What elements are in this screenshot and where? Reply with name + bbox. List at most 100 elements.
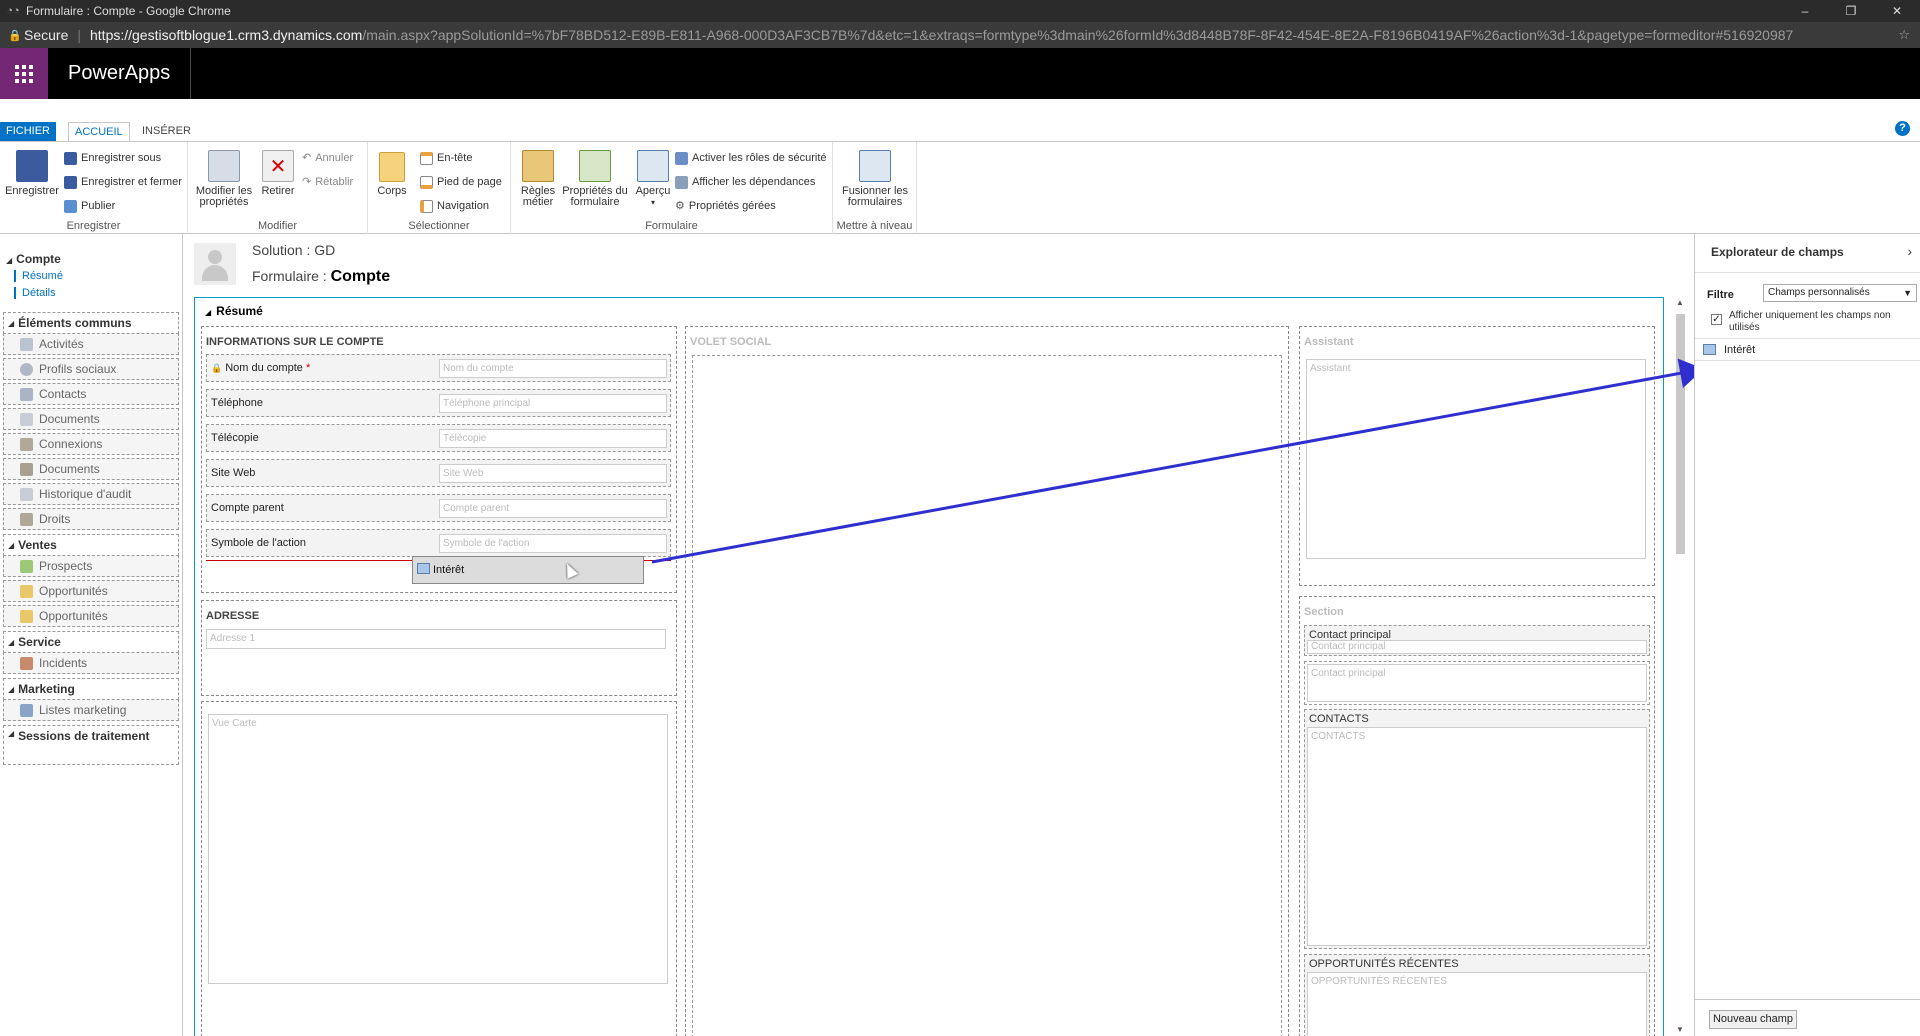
show-dependencies-button[interactable]: Afficher les dépendances <box>675 174 815 190</box>
nav-item-droits[interactable]: Droits <box>3 508 179 530</box>
body-button[interactable]: Corps <box>374 152 410 197</box>
header-button[interactable]: En-tête <box>420 150 472 166</box>
field-label: Télécopie <box>211 432 259 444</box>
undo-button[interactable]: ↶ Annuler <box>302 150 353 166</box>
tab-inserer[interactable]: INSÉRER <box>136 122 197 141</box>
section-volet-social[interactable]: VOLET SOCIAL <box>685 326 1289 1036</box>
section-adresse[interactable]: ADRESSE Adresse 1 <box>201 600 677 696</box>
section-assistant[interactable]: Assistant Assistant <box>1299 326 1655 586</box>
tab-resume-label: Résumé <box>216 304 263 318</box>
field-telecopie[interactable]: Télécopie Télécopie <box>206 424 671 452</box>
nav-item-opportunites-2[interactable]: Opportunités <box>3 605 179 627</box>
collapse-chevron-icon[interactable]: › <box>1907 243 1912 259</box>
restore-icon[interactable]: ❐ <box>1828 0 1874 22</box>
section-generic[interactable]: Section Contact principal Contact princi… <box>1299 596 1655 1036</box>
scroll-thumb[interactable] <box>1676 314 1685 554</box>
field-contact-principal[interactable]: Contact principal Contact principal <box>1304 625 1650 656</box>
preview-button[interactable]: Aperçu ▾ <box>631 150 675 208</box>
address-bar[interactable]: 🔒 Secure | https://gestisoftblogue1.crm3… <box>0 22 1920 48</box>
social-pane-placeholder[interactable] <box>692 355 1282 1036</box>
nav-item-historique-audit[interactable]: Historique d'audit <box>3 483 179 505</box>
field-label: Compte parent <box>211 502 284 514</box>
subgrid-contacts[interactable]: CONTACTS CONTACTS <box>1304 709 1650 949</box>
nav-item-listes-marketing[interactable]: Listes marketing <box>3 699 179 721</box>
save-button[interactable]: Enregistrer <box>4 150 60 197</box>
canvas-scrollbar[interactable]: ▲ ▼ <box>1674 298 1686 1036</box>
remove-button[interactable]: ✕ Retirer <box>258 150 298 197</box>
scroll-up-icon[interactable]: ▲ <box>1674 298 1686 310</box>
section-map[interactable]: Vue Carte <box>201 701 677 1036</box>
field-telephone[interactable]: Téléphone Téléphone principal <box>206 389 671 417</box>
managed-properties-label: Propriétés gérées <box>688 200 776 212</box>
merge-forms-button[interactable]: Fusionner les formulaires <box>837 150 913 208</box>
nav-item-prospects[interactable]: Prospects <box>3 555 179 577</box>
field-nom-du-compte[interactable]: 🔒 Nom du compte * Nom du compte <box>206 354 671 382</box>
field-site-web[interactable]: Site Web Site Web <box>206 459 671 487</box>
field-compte-parent[interactable]: Compte parent Compte parent <box>206 494 671 522</box>
nav-section-service[interactable]: ◢ Service <box>3 631 179 653</box>
section-account-info[interactable]: INFORMATIONS SUR LE COMPTE 🔒 Nom du compt… <box>201 326 677 593</box>
publish-button[interactable]: Publier <box>64 198 115 214</box>
dragging-field-chip[interactable]: Intérêt <box>412 556 644 584</box>
new-field-button[interactable]: Nouveau champ <box>1709 1010 1797 1029</box>
minimize-icon[interactable]: – <box>1782 0 1828 22</box>
tab-accueil[interactable]: ACCUEIL <box>68 122 130 141</box>
nav-item-profils-sociaux[interactable]: Profils sociaux <box>3 358 179 380</box>
contact-principal-card[interactable]: Contact principal <box>1304 661 1650 705</box>
field-placeholder: Nom du compte <box>439 359 667 378</box>
field-placeholder: Symbole de l'action <box>439 534 667 553</box>
nav-item-activites[interactable]: Activités <box>3 333 179 355</box>
nav-item-incidents[interactable]: Incidents <box>3 652 179 674</box>
nav-compte[interactable]: ◢ Compte <box>6 252 61 266</box>
field-symbole-action[interactable]: Symbole de l'action Symbole de l'action <box>206 529 671 557</box>
nav-item-opportunites[interactable]: Opportunités <box>3 580 179 602</box>
save-as-button[interactable]: Enregistrer sous <box>64 150 161 166</box>
scroll-down-icon[interactable]: ▼ <box>1674 1025 1686 1036</box>
app-name[interactable]: PowerApps <box>68 48 192 99</box>
nav-item-documents[interactable]: Documents <box>3 408 179 430</box>
assistant-placeholder[interactable]: Assistant <box>1306 359 1646 559</box>
map-placeholder[interactable]: Vue Carte <box>208 714 668 984</box>
subgrid-opportunites[interactable]: OPPORTUNITÉS RÉCENTES OPPORTUNITÉS RÉCEN… <box>1304 954 1650 1036</box>
nav-item-documents-2[interactable]: Documents <box>3 458 179 480</box>
bookmark-star-icon[interactable]: ☆ <box>1898 27 1910 43</box>
modify-properties-button[interactable]: Modifier les propriétés <box>194 150 254 208</box>
section-account-info-label: INFORMATIONS SUR LE COMPTE <box>206 336 384 348</box>
nav-details[interactable]: Détails <box>14 287 56 299</box>
filter-select[interactable]: Champs personnalisés ▼ <box>1763 284 1917 302</box>
tab-fichier[interactable]: FICHIER <box>0 122 56 141</box>
nav-resume[interactable]: Résumé <box>14 270 63 282</box>
connections-icon <box>20 437 33 451</box>
tab-resume[interactable]: ◢ Résumé <box>205 304 263 318</box>
nav-item-label: Droits <box>39 512 71 526</box>
nav-item-connexions[interactable]: Connexions <box>3 433 179 455</box>
help-icon[interactable]: ? <box>1895 121 1910 136</box>
nav-item-contacts[interactable]: Contacts <box>3 383 179 405</box>
subgrid-contacts-placeholder: CONTACTS <box>1307 727 1647 946</box>
app-launcher-button[interactable] <box>0 48 48 99</box>
unused-only-checkbox[interactable]: ✓ <box>1711 314 1722 325</box>
explorer-field-item[interactable]: Intérêt <box>1695 338 1920 361</box>
footer-button[interactable]: Pied de page <box>420 174 502 190</box>
redo-icon: ↷ <box>302 176 312 188</box>
ribbon: Enregistrer Enregistrer sous Enregistrer… <box>0 141 1920 234</box>
form-canvas: ◢ Résumé INFORMATIONS SUR LE COMPTE 🔒 Nom … <box>194 297 1685 1036</box>
navigation-button[interactable]: Navigation <box>420 198 489 214</box>
merge-forms-icon <box>859 150 891 182</box>
business-rules-button[interactable]: Règles métier <box>517 150 559 208</box>
nav-section-ventes[interactable]: ◢ Ventes <box>3 534 179 556</box>
expand-icon: ◢ <box>8 637 15 647</box>
adresse-placeholder[interactable]: Adresse 1 <box>206 629 666 649</box>
nav-section-marketing[interactable]: ◢ Marketing <box>3 678 179 700</box>
managed-properties-button[interactable]: ⚙ Propriétés gérées <box>675 198 776 214</box>
close-icon[interactable]: ✕ <box>1874 0 1920 22</box>
redo-button[interactable]: ↷ Rétablir <box>302 174 353 190</box>
nav-section-elements-communs[interactable]: ◢ Éléments communs <box>3 312 179 334</box>
enable-security-roles-button[interactable]: Activer les rôles de sécurité <box>675 150 827 166</box>
nav-section-sessions[interactable]: ◢ Sessions de traitement <box>3 725 179 765</box>
audit-history-icon <box>20 487 33 501</box>
expand-icon: ◢ <box>8 729 15 738</box>
form-properties-button[interactable]: Propriétés du formulaire <box>561 150 629 208</box>
save-close-button[interactable]: Enregistrer et fermer <box>64 174 182 190</box>
modify-label-2: propriétés <box>199 196 249 208</box>
